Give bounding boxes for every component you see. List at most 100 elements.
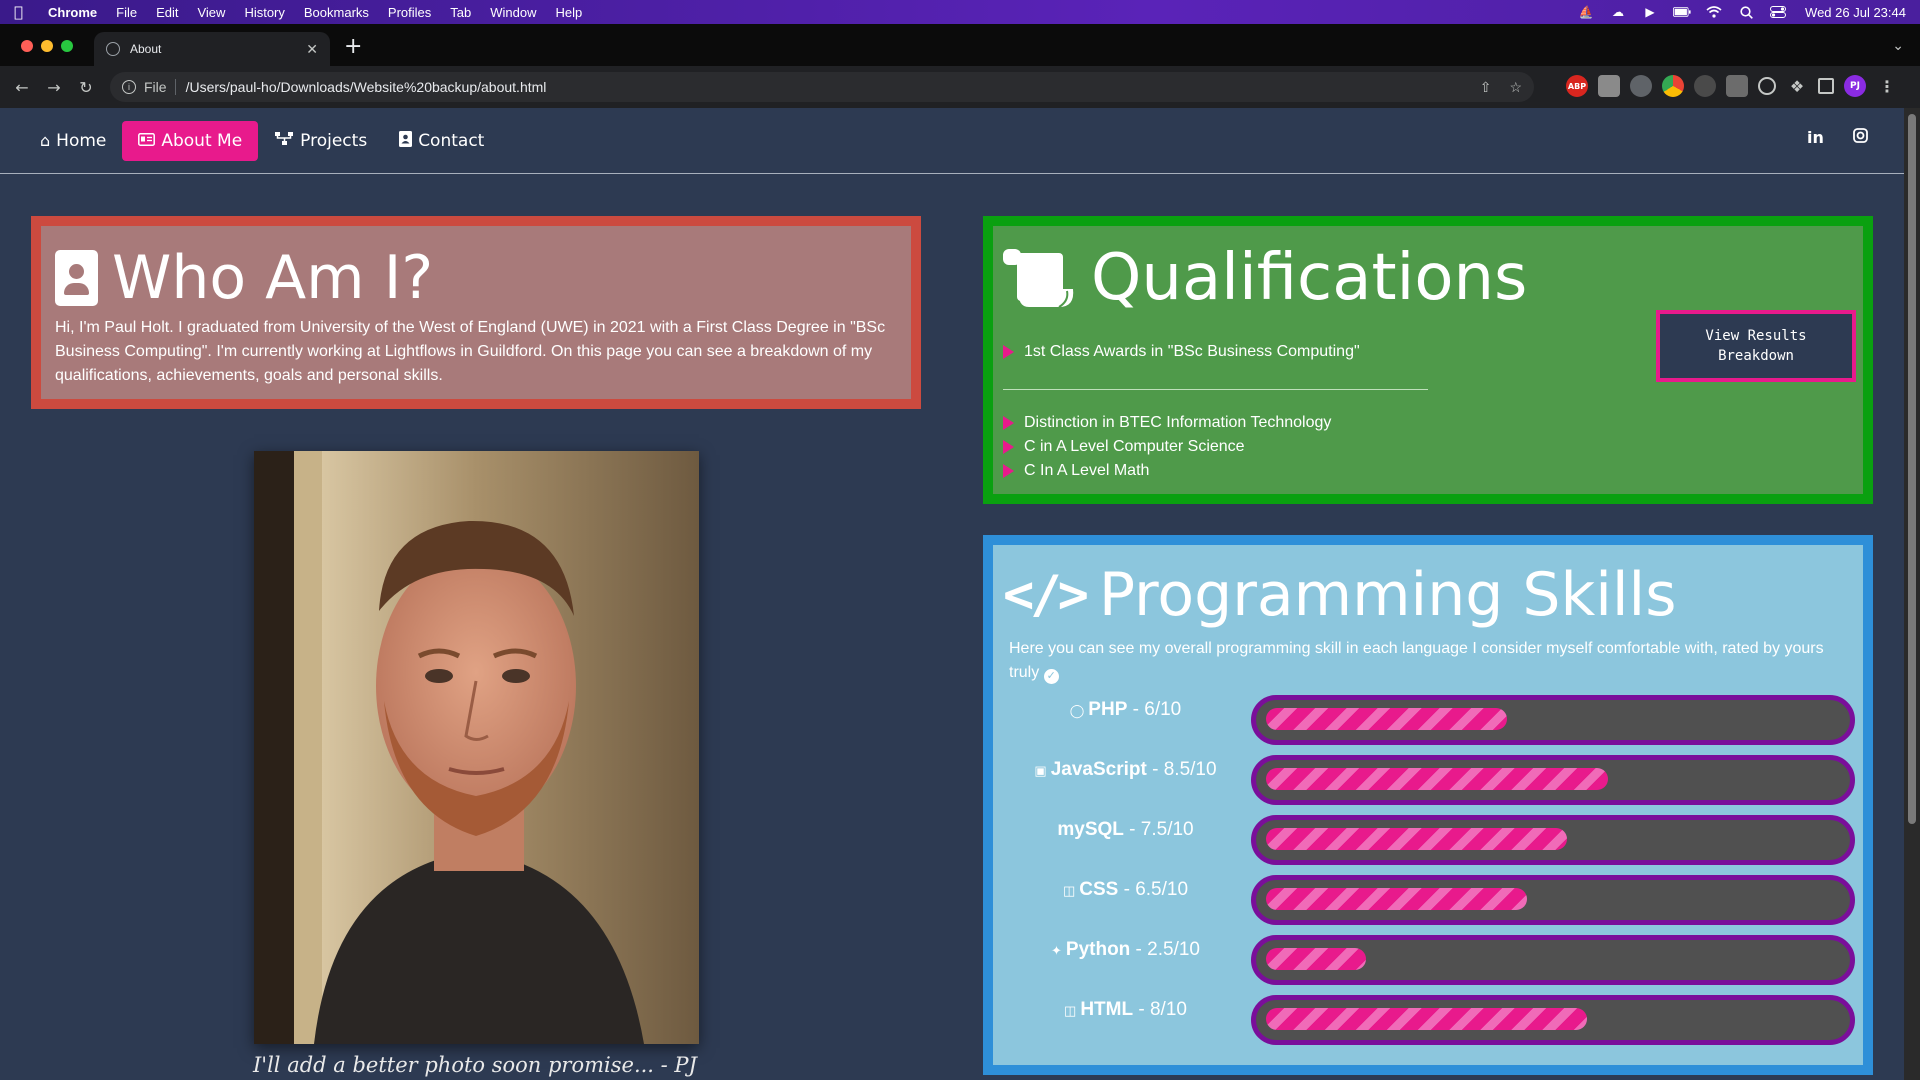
menu-help[interactable]: Help	[556, 5, 583, 20]
scroll-icon	[1003, 249, 1075, 308]
clock[interactable]: Wed 26 Jul 23:44	[1805, 5, 1906, 20]
who-am-i-heading: Who Am I?	[55, 246, 897, 310]
browser-menu-kebab-icon[interactable]: ⋮	[1876, 75, 1898, 97]
maximize-window-button[interactable]	[61, 40, 73, 52]
close-window-button[interactable]	[21, 40, 33, 52]
creative-cloud-icon[interactable]: ☁	[1609, 5, 1627, 19]
skill-bar-track	[1251, 815, 1855, 865]
extension-target-icon[interactable]	[1758, 77, 1776, 95]
skill-bar-track	[1251, 695, 1855, 745]
menu-tab[interactable]: Tab	[450, 5, 471, 20]
close-tab-icon[interactable]: ✕	[306, 41, 318, 58]
sitemap-icon	[274, 131, 294, 150]
macos-menu-bar:  Chrome File Edit View History Bookmark…	[0, 0, 1920, 24]
skill-bar-track	[1251, 935, 1855, 985]
skill-bar-fill	[1266, 888, 1528, 910]
programming-intro: Here you can see my overall programming …	[1009, 640, 1824, 684]
menu-app-name[interactable]: Chrome	[48, 5, 97, 20]
side-panel-icon[interactable]	[1818, 78, 1834, 94]
address-bar[interactable]: i File /Users/paul-ho/Downloads/Website%…	[110, 72, 1534, 102]
adblock-extension-icon[interactable]: ABP	[1566, 75, 1588, 97]
profile-avatar[interactable]: PJ	[1844, 75, 1866, 97]
extension-shield-icon[interactable]	[1630, 75, 1652, 97]
qualifications-card: Qualifications 1st Class Awards in "BSc …	[983, 216, 1873, 504]
programming-title: Programming Skills	[1098, 560, 1677, 630]
js-icon: ▣	[1034, 763, 1047, 778]
url-scheme: File	[144, 79, 176, 95]
skill-row-php: ◯ PHP - 6/10	[993, 695, 1863, 745]
skill-row-mysql: mySQL - 7.5/10	[993, 815, 1863, 865]
check-circle-icon: ✓	[1043, 669, 1059, 684]
menu-profiles[interactable]: Profiles	[388, 5, 431, 20]
id-card-icon	[138, 131, 156, 150]
skill-bar-track	[1251, 755, 1855, 805]
menu-view[interactable]: View	[197, 5, 225, 20]
play-icon[interactable]: ▶	[1641, 5, 1659, 19]
info-icon[interactable]: i	[122, 80, 136, 94]
forward-button[interactable]: →	[38, 78, 70, 97]
linkedin-icon[interactable]: in	[1807, 128, 1824, 147]
tab-search-chevron-icon[interactable]: ⌄	[1892, 38, 1904, 54]
nav-home[interactable]: ⌂ Home	[24, 121, 122, 161]
skill-bar-track	[1251, 995, 1855, 1045]
nav-home-label: Home	[56, 130, 107, 151]
profile-photo	[254, 451, 699, 1044]
nav-contact-label: Contact	[418, 130, 485, 151]
scrollbar-thumb[interactable]	[1908, 114, 1916, 824]
instagram-icon[interactable]	[1853, 128, 1868, 147]
menu-bookmarks[interactable]: Bookmarks	[304, 5, 369, 20]
triangle-bullet-icon	[1003, 416, 1014, 430]
php-icon: ◯	[1069, 703, 1085, 718]
share-icon[interactable]: ⇧	[1480, 79, 1492, 96]
browser-tab-about[interactable]: About ✕	[94, 32, 330, 66]
wifi-icon[interactable]	[1705, 5, 1723, 19]
bookmark-star-icon[interactable]: ☆	[1509, 79, 1522, 96]
extension-grey-icon[interactable]	[1598, 75, 1620, 97]
code-icon: </>	[1003, 565, 1089, 625]
list-item: Distinction in BTEC Information Technolo…	[1003, 411, 1853, 435]
back-button[interactable]: ←	[6, 78, 38, 97]
nav-about-label: About Me	[161, 130, 243, 151]
skill-bar-track	[1251, 875, 1855, 925]
site-navbar: ⌂ Home About Me Projects Contact in	[0, 108, 1904, 174]
minimize-window-button[interactable]	[41, 40, 53, 52]
skill-row-css: ◫ CSS - 6.5/10	[993, 875, 1863, 925]
triangle-bullet-icon	[1003, 440, 1014, 454]
reload-button[interactable]: ↻	[70, 78, 102, 97]
programming-heading: </> Programming Skills	[1003, 559, 1853, 631]
menu-file[interactable]: File	[116, 5, 137, 20]
extension-puzzle-grid-icon[interactable]	[1726, 75, 1748, 97]
python-icon: ✦	[1050, 943, 1062, 958]
skill-bar-fill	[1266, 708, 1508, 730]
docker-icon[interactable]: ⛵	[1577, 5, 1595, 19]
skill-row-javascript: ▣ JavaScript - 8.5/10	[993, 755, 1863, 805]
skill-bar-fill	[1266, 768, 1608, 790]
battery-icon[interactable]	[1673, 5, 1691, 19]
extensions-puzzle-icon[interactable]: ❖	[1786, 75, 1808, 97]
menu-edit[interactable]: Edit	[156, 5, 178, 20]
extension-chrome-icon[interactable]	[1662, 75, 1684, 97]
tab-strip: About ✕ + ⌄	[0, 24, 1920, 66]
search-icon[interactable]	[1737, 5, 1755, 19]
menu-history[interactable]: History	[244, 5, 284, 20]
extension-gear-icon[interactable]	[1694, 75, 1716, 97]
apple-icon[interactable]: 	[14, 3, 30, 21]
css3-icon: ◫	[1062, 883, 1076, 898]
new-tab-button[interactable]: +	[344, 36, 362, 58]
divider	[1003, 389, 1428, 390]
menu-window[interactable]: Window	[490, 5, 536, 20]
status-area: ⛵ ☁ ▶ Wed 26 Jul 23:44	[1577, 5, 1906, 20]
extensions-area: ABP ❖ PJ ⋮	[1566, 75, 1898, 97]
control-center-icon[interactable]	[1769, 5, 1787, 19]
page-scrollbar[interactable]	[1904, 108, 1920, 1080]
contact-card-icon	[399, 130, 413, 151]
url-text[interactable]: /Users/paul-ho/Downloads/Website%20backu…	[186, 79, 547, 95]
view-results-button[interactable]: View Results Breakdown	[1656, 310, 1856, 382]
html5-icon: ◫	[1064, 1003, 1077, 1018]
nav-projects[interactable]: Projects	[258, 121, 383, 161]
photo-caption: I'll add a better photo soon promise... …	[253, 1053, 697, 1077]
home-icon: ⌂	[40, 131, 51, 150]
who-am-i-card: Who Am I? Hi, I'm Paul Holt. I graduated…	[31, 216, 921, 409]
nav-about-me[interactable]: About Me	[122, 120, 259, 161]
nav-contact[interactable]: Contact	[383, 121, 500, 161]
